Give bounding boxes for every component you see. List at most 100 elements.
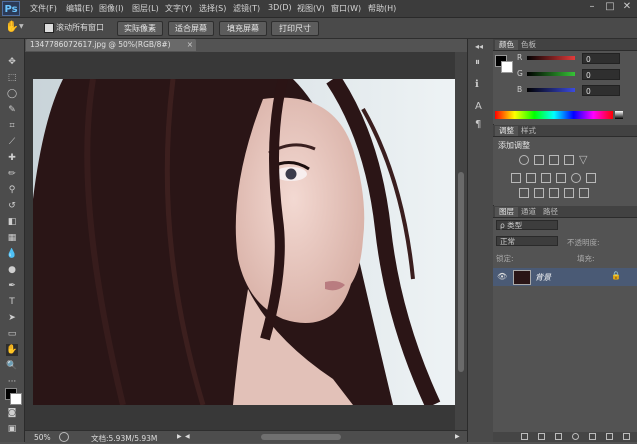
- paragraph-panel-icon[interactable]: ¶: [475, 119, 481, 130]
- actual-pixels-button[interactable]: 实际像素: [117, 21, 163, 36]
- tool-preset-dropdown-icon[interactable]: ▼: [19, 23, 24, 30]
- marquee-tool-icon[interactable]: ⬚: [6, 72, 18, 84]
- add-mask-icon[interactable]: [555, 433, 562, 440]
- posterize-adjust-icon[interactable]: [534, 188, 544, 198]
- fill-screen-button[interactable]: 填充屏幕: [219, 21, 267, 36]
- tab-paths[interactable]: 路径: [539, 207, 562, 217]
- visibility-eye-icon[interactable]: 👁: [497, 272, 507, 281]
- vertical-scroll-thumb[interactable]: [458, 172, 464, 372]
- channel-r-slider[interactable]: [527, 56, 575, 60]
- channel-b-input[interactable]: 0: [582, 85, 620, 96]
- crop-tool-icon[interactable]: ⌗: [6, 120, 18, 132]
- status-arrow-icon[interactable]: ▶: [177, 433, 182, 440]
- history-panel-icon[interactable]: ⏸: [475, 57, 480, 68]
- maximize-button[interactable]: □: [603, 0, 617, 14]
- path-select-tool-icon[interactable]: ➤: [6, 312, 18, 324]
- selective-color-adjust-icon[interactable]: [564, 188, 574, 198]
- horizontal-scroll-thumb[interactable]: [261, 434, 341, 440]
- properties-panel-icon[interactable]: ℹ: [475, 79, 479, 90]
- eraser-tool-icon[interactable]: ◧: [6, 216, 18, 228]
- scroll-all-windows-checkbox[interactable]: [44, 23, 54, 33]
- color-spectrum-ramp[interactable]: [495, 111, 613, 119]
- menu-layer[interactable]: 图层(L): [132, 3, 159, 14]
- zoom-level[interactable]: 50%: [34, 433, 51, 442]
- channel-mixer-adjust-icon[interactable]: [571, 173, 581, 183]
- tab-channels[interactable]: 通道: [517, 207, 540, 217]
- new-adjustment-layer-icon[interactable]: [572, 433, 579, 440]
- tab-adjustments[interactable]: 调整: [495, 126, 518, 136]
- exposure-adjust-icon[interactable]: [564, 155, 574, 165]
- pen-tool-icon[interactable]: ✒: [6, 280, 18, 292]
- status-info-icon[interactable]: [59, 432, 69, 442]
- quick-select-tool-icon[interactable]: ✎: [6, 104, 18, 116]
- healing-brush-tool-icon[interactable]: ✚: [6, 152, 18, 164]
- hue-saturation-adjust-icon[interactable]: [511, 173, 521, 183]
- history-brush-tool-icon[interactable]: ↺: [6, 200, 18, 212]
- gradient-map-adjust-icon[interactable]: [579, 188, 589, 198]
- rectangle-tool-icon[interactable]: ▭: [6, 328, 18, 340]
- channel-b-slider[interactable]: [527, 88, 575, 92]
- menu-image[interactable]: 图像(I): [99, 3, 124, 14]
- close-button[interactable]: ✕: [620, 0, 634, 14]
- color-background-swatch[interactable]: [501, 61, 513, 73]
- brush-tool-icon[interactable]: ✏: [6, 168, 18, 180]
- hand-tool-active-icon[interactable]: ✋: [6, 344, 18, 356]
- grayscale-ramp[interactable]: [615, 111, 623, 119]
- hand-tool-icon[interactable]: ✋: [5, 20, 19, 33]
- menu-view[interactable]: 视图(V): [297, 3, 325, 14]
- menu-file[interactable]: 文件(F): [30, 3, 57, 14]
- background-color-swatch[interactable]: [10, 393, 22, 405]
- vertical-scrollbar[interactable]: [455, 52, 467, 430]
- black-white-adjust-icon[interactable]: [541, 173, 551, 183]
- layer-name[interactable]: 背景: [535, 272, 551, 283]
- tab-styles[interactable]: 样式: [517, 126, 540, 136]
- minimize-button[interactable]: –: [585, 0, 599, 14]
- color-lookup-adjust-icon[interactable]: [586, 173, 596, 183]
- photo-filter-adjust-icon[interactable]: [556, 173, 566, 183]
- menu-filter[interactable]: 滤镜(T): [233, 3, 260, 14]
- layer-filter-dropdown[interactable]: ρ 类型: [496, 220, 558, 230]
- channel-r-input[interactable]: 0: [582, 53, 620, 64]
- zoom-tool-icon[interactable]: 🔍: [6, 360, 18, 372]
- move-tool-icon[interactable]: ✥: [6, 56, 18, 68]
- menu-help[interactable]: 帮助(H): [368, 3, 396, 14]
- channel-g-input[interactable]: 0: [582, 69, 620, 80]
- screen-mode-icon[interactable]: ▣: [6, 423, 18, 435]
- curves-adjust-icon[interactable]: [549, 155, 559, 165]
- tab-layers[interactable]: 图层: [495, 207, 518, 217]
- delete-layer-icon[interactable]: [623, 433, 630, 440]
- gradient-tool-icon[interactable]: ▦: [6, 232, 18, 244]
- link-layers-icon[interactable]: [521, 433, 528, 440]
- scroll-left-icon[interactable]: ◀: [185, 433, 190, 440]
- tab-color[interactable]: 颜色: [495, 40, 518, 50]
- new-group-icon[interactable]: [589, 433, 596, 440]
- scroll-right-icon[interactable]: ▶: [455, 433, 460, 440]
- new-layer-icon[interactable]: [606, 433, 613, 440]
- blend-mode-dropdown[interactable]: 正常: [496, 236, 558, 246]
- levels-adjust-icon[interactable]: [534, 155, 544, 165]
- menu-window[interactable]: 窗口(W): [331, 3, 361, 14]
- print-size-button[interactable]: 打印尺寸: [271, 21, 319, 36]
- document-tab[interactable]: 1347786072617.jpg @ 50%(RGB/8#) ×: [26, 39, 196, 51]
- blur-tool-icon[interactable]: 💧: [6, 248, 18, 260]
- menu-type[interactable]: 文字(Y): [165, 3, 192, 14]
- menu-edit[interactable]: 编辑(E): [66, 3, 93, 14]
- brightness-adjust-icon[interactable]: [519, 155, 529, 165]
- fit-screen-button[interactable]: 适合屏幕: [168, 21, 214, 36]
- document-image[interactable]: [33, 79, 457, 405]
- menu-select[interactable]: 选择(S): [199, 3, 226, 14]
- clone-stamp-tool-icon[interactable]: ⚲: [6, 184, 18, 196]
- layer-style-icon[interactable]: [538, 433, 545, 440]
- quick-mask-icon[interactable]: ◙: [6, 407, 18, 419]
- eyedropper-tool-icon[interactable]: ⟋: [6, 136, 18, 148]
- layer-row-background[interactable]: 👁 背景 🔒: [493, 268, 637, 286]
- vibrance-adjust-icon[interactable]: ▽: [579, 153, 587, 166]
- tab-swatches[interactable]: 色板: [517, 40, 540, 50]
- character-panel-icon[interactable]: A: [475, 101, 482, 112]
- close-document-icon[interactable]: ×: [187, 39, 193, 51]
- dodge-tool-icon[interactable]: ●: [6, 264, 18, 276]
- more-tools-icon[interactable]: ···: [6, 376, 18, 388]
- menu-3d[interactable]: 3D(D): [268, 3, 292, 12]
- threshold-adjust-icon[interactable]: [549, 188, 559, 198]
- collapse-arrows-icon[interactable]: ◂◂: [475, 42, 483, 51]
